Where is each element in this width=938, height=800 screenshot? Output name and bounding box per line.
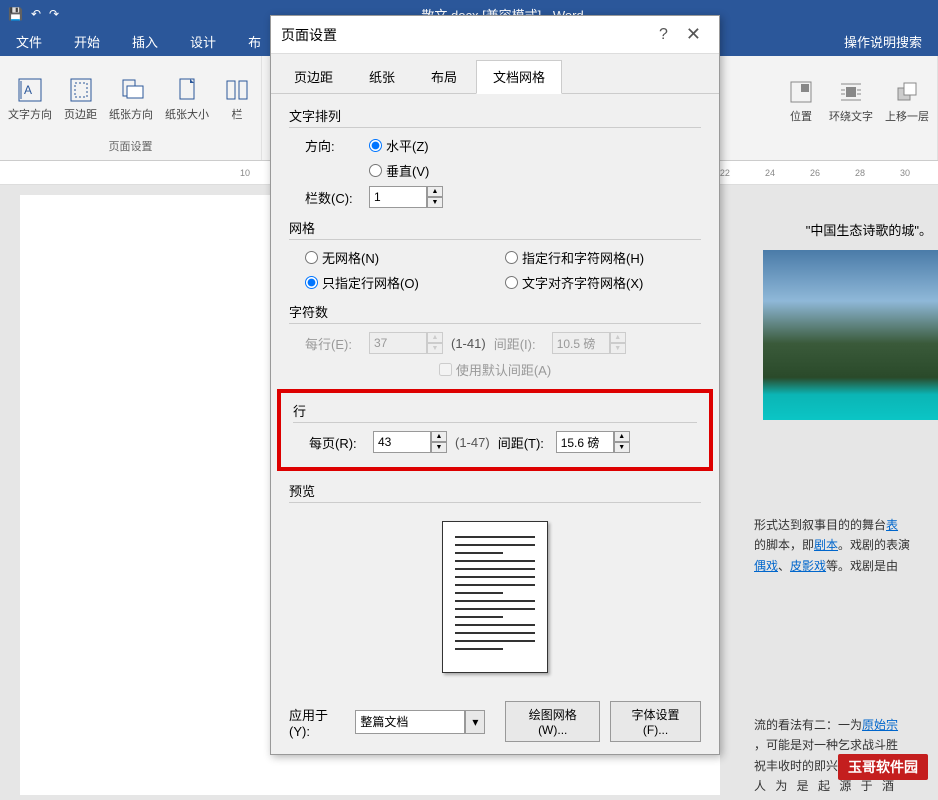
group-text-arrange: 文字排列 方向: 水平(Z) 垂直(V) 栏数(C): ▲▼ <box>289 106 701 208</box>
radio-no-grid[interactable]: 无网格(N) <box>305 248 465 267</box>
menu-insert[interactable]: 插入 <box>116 28 174 56</box>
btn-columns[interactable]: 栏 <box>215 72 259 124</box>
text-direction-icon: A <box>14 74 46 106</box>
tab-grid[interactable]: 文档网格 <box>476 60 562 94</box>
spin-down[interactable]: ▼ <box>427 197 443 208</box>
menu-search[interactable]: 操作说明搜索 <box>828 28 938 56</box>
chevron-down-icon[interactable]: ▾ <box>465 710 485 734</box>
link[interactable]: 剧本 <box>814 538 838 552</box>
tab-paper[interactable]: 纸张 <box>352 60 412 93</box>
save-icon[interactable]: 💾 <box>8 7 23 21</box>
bring-forward-icon <box>891 76 923 108</box>
preview-page <box>442 521 548 673</box>
spinner-columns[interactable]: ▲▼ <box>369 186 443 208</box>
btn-paper-size[interactable]: 纸张大小 <box>159 72 215 124</box>
bg-image <box>763 250 938 420</box>
page-setup-dialog: 页面设置 ? ✕ 页边距 纸张 布局 文档网格 文字排列 方向: 水平(Z) 垂… <box>270 15 720 755</box>
group-preview: 预览 <box>289 481 701 683</box>
link[interactable]: 表 <box>886 518 898 532</box>
link[interactable]: 偶戏 <box>754 559 778 573</box>
combo-apply-to[interactable]: ▾ <box>355 710 485 734</box>
dialog-title: 页面设置 <box>281 25 649 45</box>
radio-line-only-grid[interactable]: 只指定行网格(O) <box>305 273 465 292</box>
checkbox-use-default-pitch: 使用默认间距(A) <box>439 360 551 379</box>
spinner-line-pitch[interactable]: ▲▼ <box>556 431 630 453</box>
btn-wrap[interactable]: 环绕文字 <box>823 74 879 126</box>
dialog-help-button[interactable]: ? <box>649 26 678 44</box>
position-icon <box>785 76 817 108</box>
link[interactable]: 原始宗 <box>862 718 898 732</box>
dialog-close-button[interactable]: ✕ <box>678 24 709 45</box>
undo-icon[interactable]: ↶ <box>31 7 41 21</box>
radio-vertical[interactable]: 垂直(V) <box>369 161 429 180</box>
wrap-icon <box>835 76 867 108</box>
spin-up[interactable]: ▲ <box>431 431 447 442</box>
bottom-controls: 应用于(Y): ▾ 绘图网格(W)... 字体设置(F)... <box>289 693 701 742</box>
btn-margin[interactable]: 页边距 <box>58 72 103 124</box>
margin-icon <box>65 74 97 106</box>
radio-line-char-grid[interactable]: 指定行和字符网格(H) <box>505 248 644 267</box>
group-grid: 网格 无网格(N) 指定行和字符网格(H) 只指定行网格(O) 文字对齐字符网格… <box>289 218 701 292</box>
spinner-char-pitch: ▲▼ <box>552 332 626 354</box>
paper-size-icon <box>171 74 203 106</box>
paper-dir-icon <box>115 74 147 106</box>
radio-horizontal[interactable]: 水平(Z) <box>369 136 429 155</box>
spin-up[interactable]: ▲ <box>427 186 443 197</box>
btn-bring-forward[interactable]: 上移一层 <box>879 74 935 126</box>
menu-home[interactable]: 开始 <box>58 28 116 56</box>
menu-file[interactable]: 文件 <box>0 28 58 56</box>
tab-layout[interactable]: 布局 <box>414 60 474 93</box>
tab-margin[interactable]: 页边距 <box>277 60 350 93</box>
redo-icon[interactable]: ↷ <box>49 7 59 21</box>
watermark: 玉哥软件园 <box>838 754 928 780</box>
btn-draw-grid[interactable]: 绘图网格(W)... <box>505 701 600 742</box>
svg-text:A: A <box>24 83 32 97</box>
group-chars: 字符数 每行(E): ▲▼ (1-41) 间距(I): ▲▼ 使用默认间距(A) <box>289 302 701 379</box>
group-lines: 行 每页(R): ▲▼ (1-47) 间距(T): ▲▼ <box>293 401 697 453</box>
ribbon-group-label: 页面设置 <box>109 136 153 156</box>
btn-position[interactable]: 位置 <box>779 74 823 126</box>
link[interactable]: 皮影戏 <box>790 559 826 573</box>
menu-design[interactable]: 设计 <box>174 28 232 56</box>
spin-down[interactable]: ▼ <box>614 442 630 453</box>
spin-down[interactable]: ▼ <box>431 442 447 453</box>
spinner-lines-per-page[interactable]: ▲▼ <box>373 431 447 453</box>
spinner-chars-per-line: ▲▼ <box>369 332 443 354</box>
spin-up[interactable]: ▲ <box>614 431 630 442</box>
columns-icon <box>221 74 253 106</box>
radio-char-align-grid[interactable]: 文字对齐字符网格(X) <box>505 273 643 292</box>
btn-text-direction[interactable]: A 文字方向 <box>2 72 58 124</box>
btn-font-settings[interactable]: 字体设置(F)... <box>610 701 701 742</box>
dialog-tabs: 页边距 纸张 布局 文档网格 <box>271 54 719 94</box>
btn-paper-dir[interactable]: 纸张方向 <box>103 72 159 124</box>
bg-line-top: "中国生态诗歌的城"。 <box>806 220 932 239</box>
highlight-box: 行 每页(R): ▲▼ (1-47) 间距(T): ▲▼ <box>277 389 713 471</box>
